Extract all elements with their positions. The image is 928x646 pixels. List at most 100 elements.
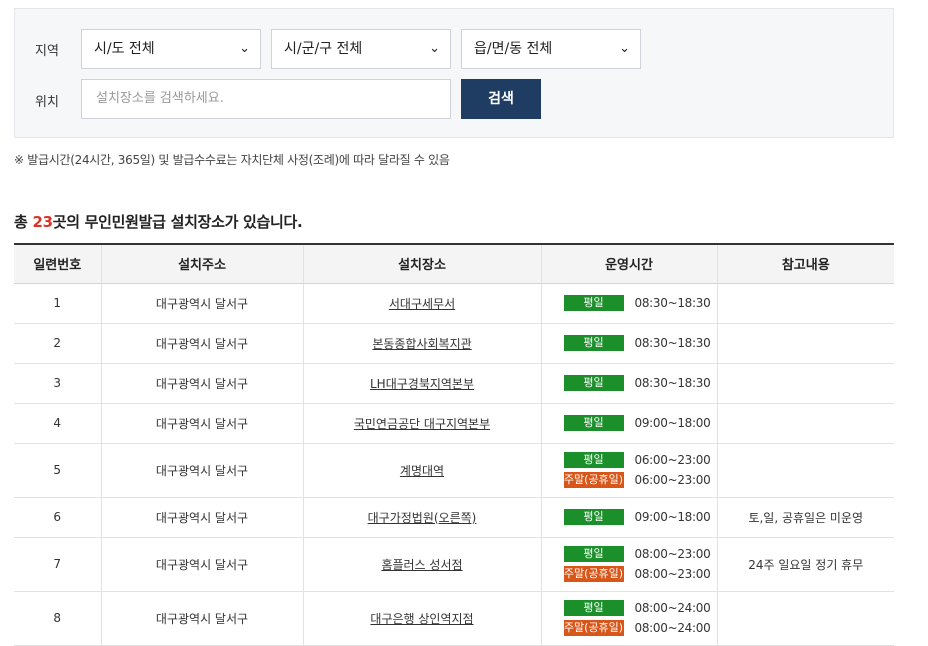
weekday-hours: 평일 09:00~18:00 [563,413,717,433]
chevron-down-icon: ⌄ [239,41,250,56]
row-address: 대구광역시 달서구 [100,497,303,538]
weekday-badge: 평일 [563,335,624,351]
row-note: 24주 일요일 정기 휴무 [716,537,894,592]
weekend-time: 06:00~23:00 [634,473,711,487]
row-note [716,443,894,498]
location-label: 위치 [35,95,59,110]
weekday-badge: 평일 [563,295,624,311]
chevron-down-icon: ⌄ [429,41,440,56]
row-place-link[interactable]: 본동종합사회복지관 [302,323,541,364]
weekend-hours: 주말(공휴일) 06:00~23:00 [563,470,717,490]
row-place-link[interactable]: 계명대역 [302,443,541,498]
weekday-time: 08:30~18:30 [634,336,711,350]
town-select-value: 읍/면/동 전체 [474,41,553,57]
district-select[interactable]: 시/군/구 전체 ⌄ [271,29,451,69]
weekday-hours: 평일 08:30~18:30 [563,333,717,353]
row-hours: 평일 09:00~18:00 [540,497,717,538]
weekday-badge: 평일 [563,509,624,525]
row-note [716,591,894,646]
result-count: 23 [32,213,53,231]
town-select[interactable]: 읍/면/동 전체 ⌄ [461,29,641,69]
header-hours: 운영시간 [540,244,717,284]
summary-suffix: 곳의 무인민원발급 설치장소가 있습니다. [52,213,303,231]
row-hours: 평일 08:00~23:00 주말(공휴일) 08:00~23:00 [540,537,717,592]
chevron-down-icon: ⌄ [619,41,630,56]
table-row: 8 대구광역시 달서구 대구은행 상인역지점 평일 08:00~24:00 주말(공휴일)… [14,591,894,646]
weekday-time: 09:00~18:00 [634,510,711,524]
weekday-badge: 평일 [563,375,624,391]
district-select-value: 시/군/구 전체 [284,41,363,57]
weekend-badge: 주말(공휴일) [563,566,624,582]
row-address: 대구광역시 달서구 [100,283,303,324]
table-row: 4 대구광역시 달서구 국민연금공단 대구지역본부 평일 09:00~18:00 [14,403,894,444]
row-place-link[interactable]: 홈플러스 성서점 [302,537,541,592]
weekday-badge: 평일 [563,452,624,468]
row-place-link[interactable]: 국민연금공단 대구지역본부 [302,403,541,444]
weekday-hours: 평일 08:30~18:30 [563,373,717,393]
row-note [716,403,894,444]
header-place: 설치장소 [302,244,541,284]
row-number: 5 [14,443,101,498]
header-address: 설치주소 [100,244,303,284]
header-serial: 일련번호 [14,244,101,284]
row-address: 대구광역시 달서구 [100,363,303,404]
row-hours: 평일 08:30~18:30 [540,323,717,364]
table-row: 1 대구광역시 달서구 서대구세무서 평일 08:30~18:30 [14,283,894,324]
row-address: 대구광역시 달서구 [100,591,303,646]
row-hours: 평일 08:00~24:00 주말(공휴일) 08:00~24:00 [540,591,717,646]
weekday-time: 09:00~18:00 [634,416,711,430]
row-note [716,363,894,404]
province-select[interactable]: 시/도 전체 ⌄ [81,29,261,69]
row-number: 7 [14,537,101,592]
row-hours: 평일 08:30~18:30 [540,363,717,404]
location-table: 일련번호 설치주소 설치장소 운영시간 참고내용 1 대구광역시 달서구 서대구세무… [14,243,894,646]
weekday-badge: 평일 [563,600,624,616]
row-place-link[interactable]: 대구은행 상인역지점 [302,591,541,646]
weekday-hours: 평일 08:30~18:30 [563,293,717,313]
fee-notice: ※ 발급시간(24시간, 365일) 및 발급수수료는 자치단체 사정(조례)에… [14,153,450,167]
row-hours: 평일 09:00~18:00 [540,403,717,444]
weekend-hours: 주말(공휴일) 08:00~24:00 [563,618,717,638]
row-number: 6 [14,497,101,538]
weekday-hours: 평일 09:00~18:00 [563,507,717,527]
weekday-badge: 평일 [563,546,624,562]
row-address: 대구광역시 달서구 [100,403,303,444]
row-place-link[interactable]: 대구가정법원(오른쪽) [302,497,541,538]
weekend-badge: 주말(공휴일) [563,472,624,488]
weekend-badge: 주말(공휴일) [563,620,624,636]
table-row: 3 대구광역시 달서구 LH대구경북지역본부 평일 08:30~18:30 [14,363,894,404]
weekday-hours: 평일 08:00~23:00 [563,544,717,564]
row-address: 대구광역시 달서구 [100,443,303,498]
row-place-link[interactable]: LH대구경북지역본부 [302,363,541,404]
row-place-link[interactable]: 서대구세무서 [302,283,541,324]
province-select-value: 시/도 전체 [94,41,155,57]
row-hours: 평일 06:00~23:00 주말(공휴일) 06:00~23:00 [540,443,717,498]
search-panel: 지역 시/도 전체 ⌄ 시/군/구 전체 ⌄ 읍/면/동 전체 ⌄ 위치 설치장… [14,8,894,138]
row-number: 3 [14,363,101,404]
weekday-time: 08:30~18:30 [634,296,711,310]
search-button[interactable]: 검색 [461,79,541,119]
row-number: 2 [14,323,101,364]
row-hours: 평일 08:30~18:30 [540,283,717,324]
weekday-time: 08:30~18:30 [634,376,711,390]
table-header-row: 일련번호 설치주소 설치장소 운영시간 참고내용 [14,244,894,284]
weekday-time: 08:00~23:00 [634,547,711,561]
row-address: 대구광역시 달서구 [100,323,303,364]
row-note [716,283,894,324]
result-summary: 총 23곳의 무인민원발급 설치장소가 있습니다. [14,211,303,232]
weekend-time: 08:00~23:00 [634,567,711,581]
weekday-badge: 평일 [563,415,624,431]
weekday-hours: 평일 08:00~24:00 [563,598,717,618]
weekday-time: 06:00~23:00 [634,453,711,467]
weekday-time: 08:00~24:00 [634,601,711,615]
header-note: 참고내용 [716,244,894,284]
row-number: 1 [14,283,101,324]
table-row: 5 대구광역시 달서구 계명대역 평일 06:00~23:00 주말(공휴일) 06:00~… [14,443,894,498]
weekend-hours: 주말(공휴일) 08:00~23:00 [563,564,717,584]
search-input[interactable]: 설치장소를 검색하세요. [81,79,451,119]
table-row: 2 대구광역시 달서구 본동종합사회복지관 평일 08:30~18:30 [14,323,894,364]
row-address: 대구광역시 달서구 [100,537,303,592]
weekday-hours: 평일 06:00~23:00 [563,450,717,470]
row-note: 토,일, 공휴일은 미운영 [716,497,894,538]
summary-prefix: 총 [14,213,33,231]
